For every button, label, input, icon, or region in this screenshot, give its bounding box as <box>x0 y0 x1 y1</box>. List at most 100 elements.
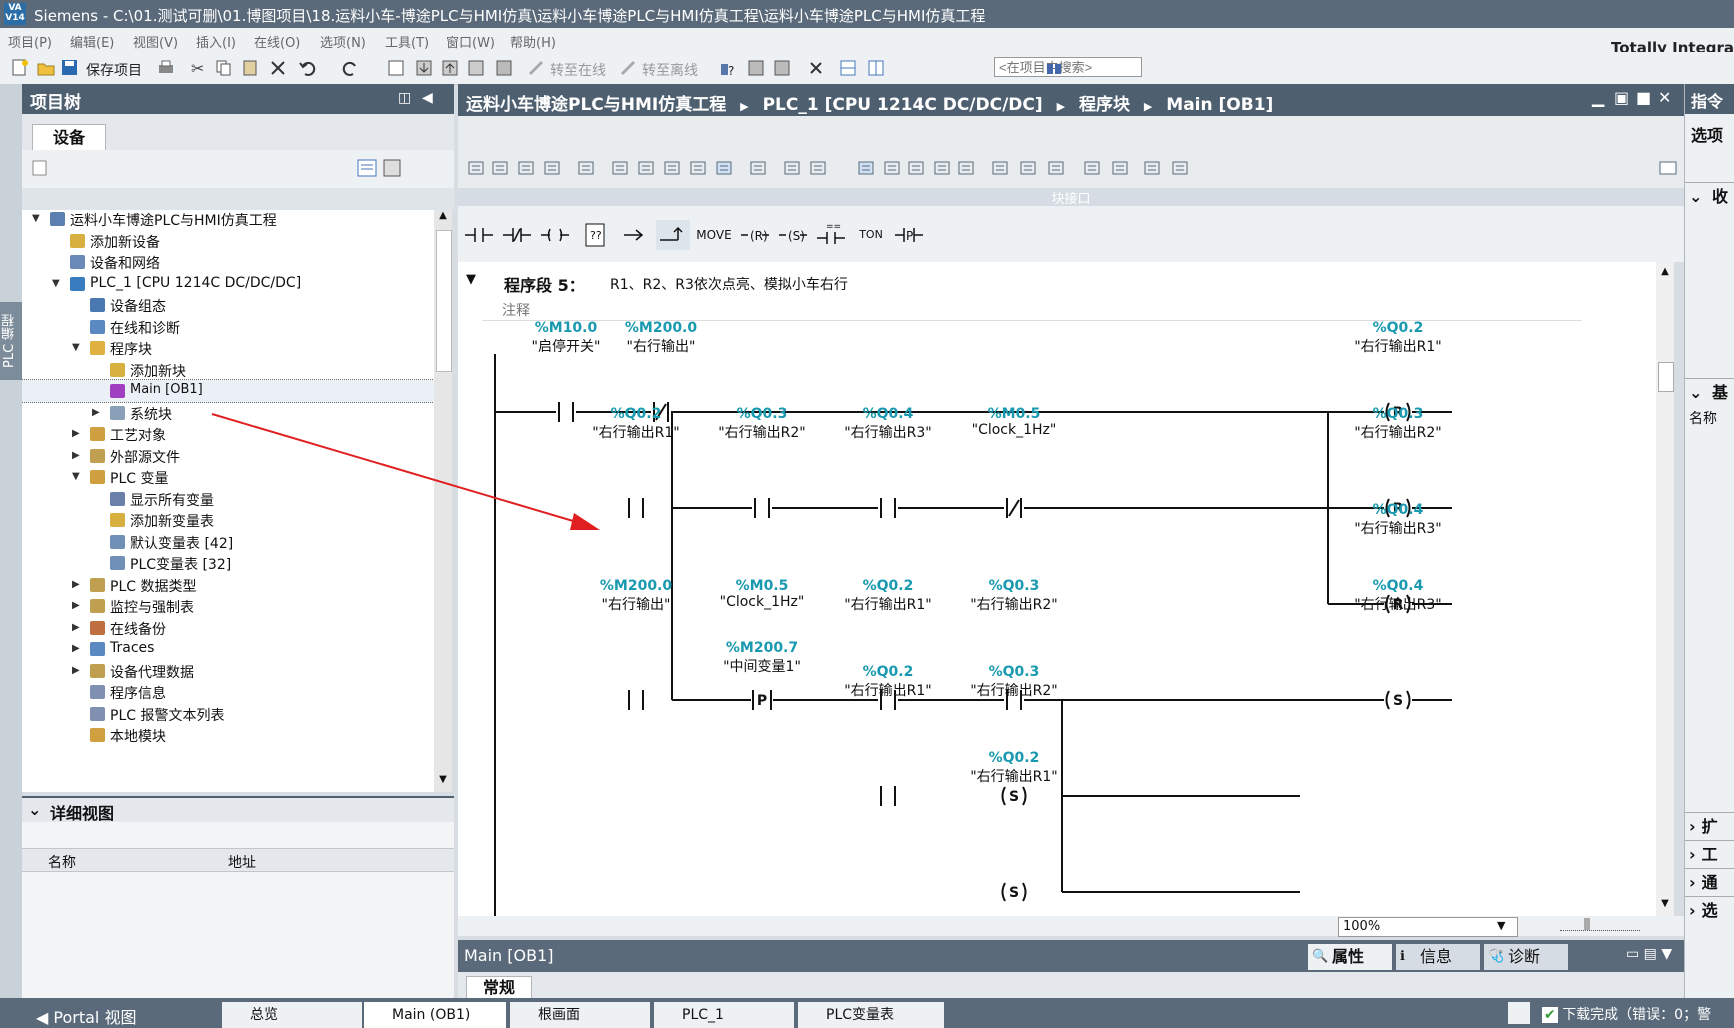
move-button[interactable]: MOVE <box>694 220 734 250</box>
coil-button[interactable] <box>538 220 572 250</box>
tree-item[interactable]: ▼ PLC 变量 <box>22 466 434 488</box>
set-coil[interactable]: S <box>992 784 1036 808</box>
contact-operand[interactable]: %Q0.2 "右行输出R1" <box>818 578 958 614</box>
project-tree-scrollbar[interactable]: ▲ ▼ <box>434 210 452 792</box>
editor-scroll-down-icon[interactable]: ▼ <box>1658 898 1672 912</box>
tree-item[interactable]: ▶ Traces <box>22 638 434 660</box>
no-contact-button[interactable] <box>462 220 496 250</box>
simulation-icon[interactable] <box>494 58 514 78</box>
editor-tool-icon[interactable] <box>1082 158 1102 178</box>
menu-project[interactable]: 项目(P) <box>8 32 52 51</box>
scroll-down-icon[interactable]: ▼ <box>436 774 450 790</box>
cut-icon[interactable]: ✂ <box>188 58 208 78</box>
editor-tool-icon[interactable] <box>516 158 536 178</box>
tree-item[interactable]: 设备组态 <box>22 294 434 316</box>
editor-tool-icon[interactable] <box>882 158 902 178</box>
chevron-right-icon[interactable]: ▶ <box>72 579 80 590</box>
menu-tools[interactable]: 工具(T) <box>385 32 429 51</box>
detail-col-name[interactable]: 名称 <box>48 852 76 872</box>
nc-contact-button[interactable] <box>500 220 534 250</box>
contact-operand[interactable]: %M200.0 "右行输出" <box>566 578 706 614</box>
refresh-tree-icon[interactable] <box>382 158 404 182</box>
tree-item[interactable]: 显示所有变量 <box>22 488 434 510</box>
ton-button[interactable]: TON <box>854 220 888 250</box>
contact-operand[interactable]: %Q0.2 "右行输出R1" <box>566 406 706 442</box>
breadcrumb-program-blocks[interactable]: 程序块 <box>1079 95 1130 115</box>
tab-general[interactable]: 常规 <box>466 976 532 1000</box>
collapse-tree-icon[interactable]: ◀ <box>422 90 433 106</box>
basic-instructions-section[interactable]: ⌄ 基 <box>1685 378 1734 403</box>
chevron-down-icon[interactable]: ⌄ <box>28 800 41 819</box>
search-icon[interactable] <box>1044 58 1064 78</box>
tree-item[interactable]: ▶ 工艺对象 <box>22 423 434 445</box>
taskbar-overview[interactable]: 总览 <box>222 1002 362 1028</box>
menu-insert[interactable]: 插入(I) <box>196 32 236 51</box>
taskbar-root-screen[interactable]: 根画面 <box>510 1002 650 1028</box>
taskbar-plc-tags[interactable]: PLC变量表 <box>798 1002 944 1028</box>
tree-item[interactable]: 默认变量表 [42] <box>22 531 434 553</box>
chevron-down-icon[interactable]: ▼ <box>32 213 40 224</box>
chevron-right-icon[interactable]: ▶ <box>72 600 80 611</box>
block-interface-bar[interactable]: 块接口 <box>458 188 1684 207</box>
editor-tool-icon[interactable] <box>662 158 682 178</box>
tab-devices[interactable]: 设备 <box>32 124 106 151</box>
contact-operand[interactable]: %M200.0 "右行输出" <box>591 320 731 356</box>
breadcrumb-project[interactable]: 运料小车博途PLC与HMI仿真工程 <box>466 95 726 115</box>
detail-col-address[interactable]: 地址 <box>228 852 256 872</box>
empty-box-button[interactable]: ?? <box>578 220 612 250</box>
project-search-input[interactable] <box>994 57 1142 77</box>
editor-tool-icon[interactable] <box>466 158 486 178</box>
editor-scroll-up-icon[interactable]: ▲ <box>1658 266 1672 280</box>
upload-icon[interactable] <box>466 58 486 78</box>
delete-icon[interactable] <box>268 58 288 78</box>
set-coil[interactable]: S <box>1376 688 1420 712</box>
redo-icon[interactable] <box>340 58 360 78</box>
optional-packages-section[interactable]: › 选 <box>1685 896 1734 921</box>
editor-tool-icon[interactable] <box>932 158 952 178</box>
communication-section[interactable]: › 通 <box>1685 868 1734 893</box>
editor-tool-icon[interactable] <box>1018 158 1038 178</box>
close-branch-button[interactable] <box>656 220 690 250</box>
contact-operand[interactable]: %Q0.3 "右行输出R2" <box>692 406 832 442</box>
editor-tool-icon[interactable] <box>956 158 976 178</box>
chevron-down-icon[interactable]: ▼ <box>72 471 80 482</box>
editor-tool-icon[interactable] <box>808 158 828 178</box>
tree-item[interactable]: PLC变量表 [32] <box>22 552 434 574</box>
open-project-icon[interactable] <box>36 58 56 78</box>
maximize-icon[interactable]: ■ <box>1636 88 1651 107</box>
reset-coil-button[interactable]: (R) <box>738 220 772 250</box>
extended-instructions-section[interactable]: › 扩 <box>1685 812 1734 837</box>
taskbar-plc1[interactable]: PLC_1 <box>654 1002 794 1028</box>
edge-memory-operand[interactable]: %M200.7 "中间变量1" <box>692 640 832 676</box>
tree-item[interactable]: ▶ 监控与强制表 <box>22 595 434 617</box>
coil-operand[interactable]: %Q0.4 "右行输出R3" <box>1328 578 1468 614</box>
split-horizontal-icon[interactable] <box>838 58 858 78</box>
go-offline-button[interactable]: 转至离线 <box>642 60 698 80</box>
cross-reference-icon[interactable] <box>746 58 766 78</box>
editor-tool-icon[interactable] <box>610 158 630 178</box>
editor-tool-icon[interactable] <box>990 158 1010 178</box>
tree-item[interactable]: 程序信息 <box>22 681 434 703</box>
tree-layout-icon[interactable]: ◫ <box>398 90 411 106</box>
save-project-button[interactable]: 保存项目 <box>86 60 142 80</box>
editor-tool-icon[interactable] <box>490 158 510 178</box>
no-contact[interactable] <box>742 496 782 520</box>
detail-view-header[interactable]: ⌄ 详细视图 <box>22 796 454 824</box>
new-item-icon[interactable] <box>30 158 50 182</box>
tree-item[interactable]: ▼ 程序块 <box>22 337 434 359</box>
technology-section[interactable]: › 工 <box>1685 840 1734 865</box>
tree-item[interactable]: 本地模块 <box>22 724 434 746</box>
edge-contact-button[interactable]: == <box>814 220 848 250</box>
tree-item[interactable]: ▶ 设备代理数据 <box>22 660 434 682</box>
editor-tool-icon[interactable] <box>714 158 734 178</box>
editor-scroll-thumb[interactable] <box>1658 362 1674 392</box>
no-contact[interactable] <box>616 496 656 520</box>
editor-tool-icon[interactable] <box>1110 158 1130 178</box>
tree-item[interactable]: ▼ PLC_1 [CPU 1214C DC/DC/DC] <box>22 273 434 295</box>
breadcrumb-main[interactable]: Main [OB1] <box>1166 95 1273 115</box>
tree-item[interactable]: ▶ 外部源文件 <box>22 445 434 467</box>
editor-tool-icon[interactable] <box>906 158 926 178</box>
scroll-up-icon[interactable]: ▲ <box>436 210 450 226</box>
portal-view-button[interactable]: ◀ Portal 视图 <box>36 1004 136 1028</box>
breadcrumb-plc[interactable]: PLC_1 [CPU 1214C DC/DC/DC] <box>763 95 1043 115</box>
